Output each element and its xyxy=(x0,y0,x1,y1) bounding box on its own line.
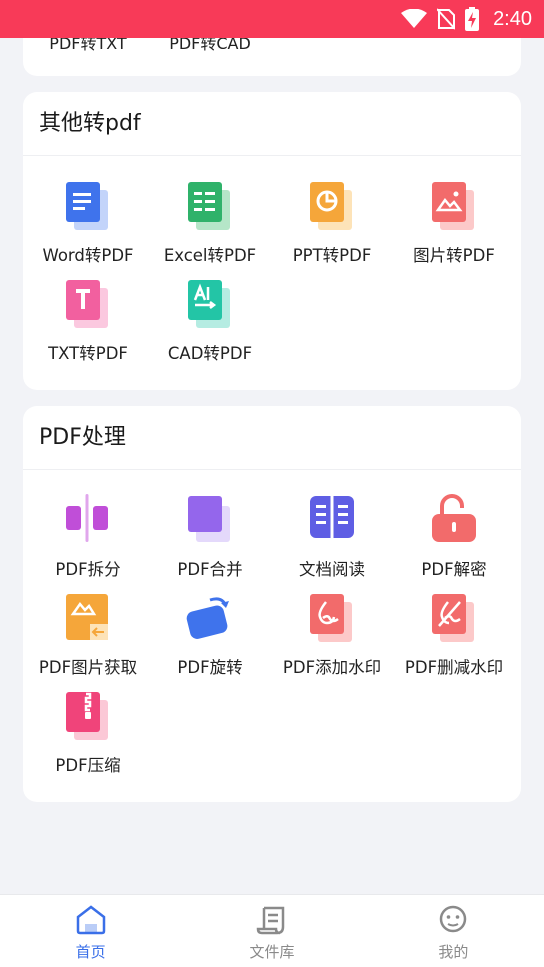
tile-label: PDF合并 xyxy=(177,560,243,579)
tile-label: PPT转PDF xyxy=(292,246,372,265)
word-doc-icon xyxy=(64,180,112,236)
image-to-pdf-button[interactable]: 图片转PDF xyxy=(393,180,515,278)
unlock-icon xyxy=(430,494,478,550)
tile-label: PDF删减水印 xyxy=(404,658,504,677)
image-icon xyxy=(430,180,478,236)
image-extract-icon xyxy=(64,592,112,648)
pdf-split-button[interactable]: PDF拆分 xyxy=(27,494,149,592)
watermark-remove-icon xyxy=(430,592,478,648)
tile-label: PDF添加水印 xyxy=(282,658,382,677)
home-icon xyxy=(75,905,107,939)
pdf-add-watermark-button[interactable]: PDF添加水印 xyxy=(271,592,393,690)
scroll-icon xyxy=(256,905,288,939)
other-to-pdf-card: 其他转pdf Word转PDF Excel转PDF PPT转PDF 图片转PDF xyxy=(23,92,521,390)
txt-to-pdf-button[interactable]: TXT转PDF xyxy=(27,278,149,376)
section-title-pdf-tools: PDF处理 xyxy=(23,406,521,470)
zip-icon xyxy=(64,690,112,746)
tile-label: Word转PDF xyxy=(42,246,134,265)
split-icon xyxy=(64,494,112,550)
tab-label: 文件库 xyxy=(249,943,295,961)
tile-label: PDF压缩 xyxy=(55,756,121,775)
tile-label: PDF旋转 xyxy=(177,658,243,677)
word-to-pdf-button[interactable]: Word转PDF xyxy=(27,180,149,278)
tile-label: TXT转PDF xyxy=(48,344,128,363)
other-to-pdf-grid: Word转PDF Excel转PDF PPT转PDF 图片转PDF TXT转PD… xyxy=(23,156,521,376)
tile-label: PDF图片获取 xyxy=(38,658,138,677)
pdf-tools-grid: PDF拆分 PDF合并 文档阅读 PDF解密 PDF图片获取 PDF旋转 PDF… xyxy=(23,470,521,788)
watermark-add-icon xyxy=(308,592,356,648)
cad-to-pdf-button[interactable]: CAD转PDF xyxy=(149,278,271,376)
tab-file-library[interactable]: 文件库 xyxy=(181,895,362,967)
tile-label: 文档阅读 xyxy=(299,560,365,579)
pdf-decrypt-button[interactable]: PDF解密 xyxy=(393,494,515,592)
pdf-remove-watermark-button[interactable]: PDF删减水印 xyxy=(393,592,515,690)
pdf-merge-button[interactable]: PDF合并 xyxy=(149,494,271,592)
battery-charging-icon xyxy=(465,7,480,31)
status-bar: 2:40 xyxy=(0,0,544,38)
tab-label: 首页 xyxy=(75,943,106,961)
tile-label: 图片转PDF xyxy=(413,246,495,265)
txt-icon xyxy=(64,278,112,334)
pdf-tools-card: PDF处理 PDF拆分 PDF合并 文档阅读 PDF解密 PDF图片获取 PDF… xyxy=(23,406,521,802)
pdf-rotate-button[interactable]: PDF旋转 xyxy=(149,592,271,690)
section-title-other-to-pdf: 其他转pdf xyxy=(23,92,521,156)
status-time: 2:40 xyxy=(493,7,532,30)
tab-home[interactable]: 首页 xyxy=(0,895,181,967)
tile-label: PDF解密 xyxy=(421,560,487,579)
tab-label: 我的 xyxy=(438,943,469,961)
pdf-image-extract-button[interactable]: PDF图片获取 xyxy=(27,592,149,690)
tab-mine[interactable]: 我的 xyxy=(363,895,544,967)
no-sim-icon xyxy=(437,8,456,30)
tile-label: CAD转PDF xyxy=(167,344,253,363)
ppt-chart-icon xyxy=(308,180,356,236)
ppt-to-pdf-button[interactable]: PPT转PDF xyxy=(271,180,393,278)
cad-icon xyxy=(186,278,234,334)
bottom-tab-bar: 首页 文件库 我的 xyxy=(0,894,544,967)
book-icon xyxy=(308,494,356,550)
document-read-button[interactable]: 文档阅读 xyxy=(271,494,393,592)
wifi-icon xyxy=(401,9,428,29)
tile-label: PDF拆分 xyxy=(55,560,121,579)
rotate-icon xyxy=(186,592,234,648)
profile-face-icon xyxy=(437,905,469,939)
pdf-compress-button[interactable]: PDF压缩 xyxy=(27,690,149,788)
merge-icon xyxy=(186,494,234,550)
tile-label: Excel转PDF xyxy=(163,246,257,265)
excel-to-pdf-button[interactable]: Excel转PDF xyxy=(149,180,271,278)
excel-sheet-icon xyxy=(186,180,234,236)
